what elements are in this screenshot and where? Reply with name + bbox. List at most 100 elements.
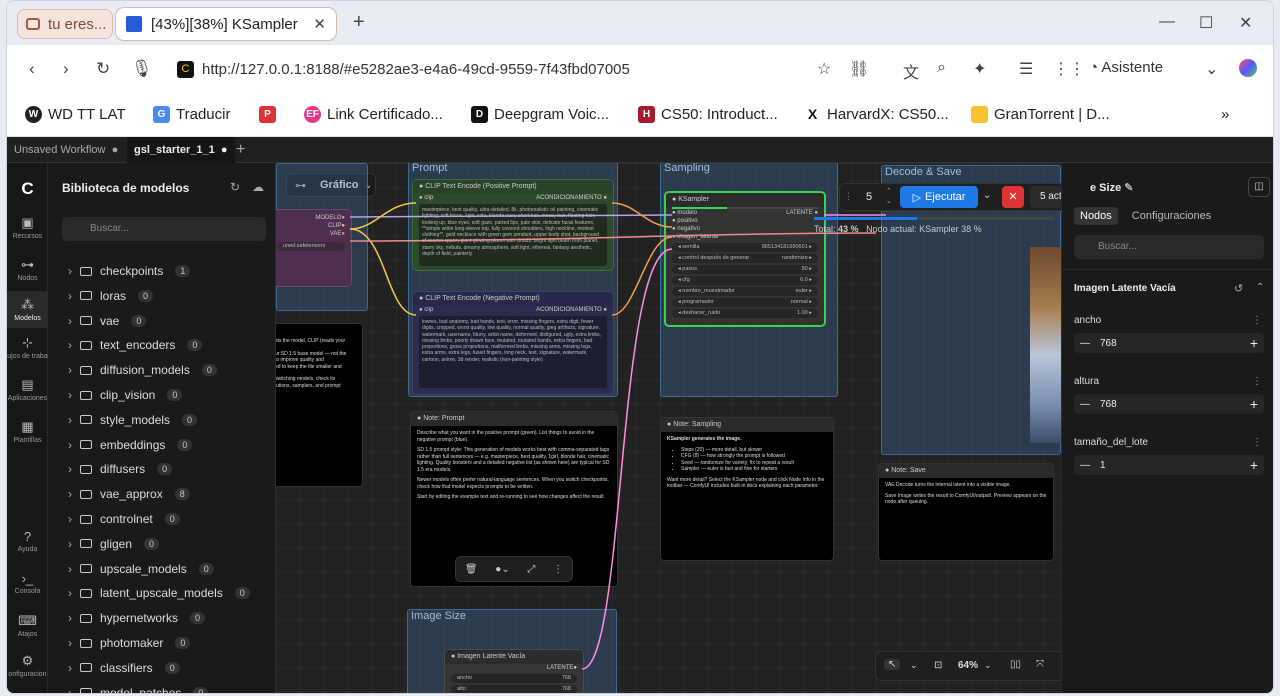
graph-canvas[interactable]: ⊶ Gráfico ⌄ Prompt Sampling Decode & Sav…	[276, 163, 1061, 693]
chevron-down-icon[interactable]: ⌄	[910, 660, 918, 671]
toggle-panel-icon[interactable]: ◫	[1248, 177, 1270, 197]
note-sampling[interactable]: ● Note: Sampling KSampler generates the …	[660, 417, 834, 561]
minus-icon[interactable]: —	[1080, 460, 1090, 471]
lens-icon[interactable]: ⌕	[937, 59, 946, 77]
rail-item-recursos[interactable]: ▣ Recursos	[7, 215, 48, 240]
more-options-icon[interactable]: ⋮	[1252, 315, 1262, 326]
tab-inactive[interactable]: tu eres...	[17, 9, 113, 39]
ksampler-widget[interactable]: ◂ nombre_muestreador euler ▸	[672, 287, 818, 296]
folder-item[interactable]: › diffusers 0	[68, 457, 173, 481]
properties-search-input[interactable]: Buscar...	[1074, 235, 1264, 259]
bookmark-item[interactable]: P	[259, 106, 282, 123]
refresh-icon[interactable]: ↻	[230, 180, 240, 194]
folder-item[interactable]: › loras 0	[68, 284, 154, 308]
plus-icon[interactable]: +	[1250, 335, 1258, 351]
widget-alto[interactable]: alto 768	[451, 685, 577, 693]
maximize-icon[interactable]: ☐	[1199, 13, 1213, 33]
link-visibility-icon[interactable]: ⤧	[1036, 659, 1044, 670]
rail-item-aplicaciones[interactable]: ▤ Aplicaciones	[7, 377, 48, 402]
field-stepper[interactable]: — 1 +	[1074, 455, 1264, 475]
new-tab-icon[interactable]: +	[353, 11, 365, 34]
bookmark-item[interactable]: GranTorrent | D...	[971, 106, 1110, 123]
upload-cloud-icon[interactable]: ☁	[252, 180, 264, 194]
chevron-down-icon[interactable]: ⌄	[1205, 59, 1218, 79]
audio-wave-icon[interactable]: ⋮⋮	[1053, 59, 1085, 79]
minimap-icon[interactable]: ▯▯	[1010, 659, 1021, 670]
output-clip[interactable]: CLIP ●	[276, 222, 351, 230]
input-imagen-latente[interactable]: ● imagen_latente	[666, 233, 824, 241]
rail-item-nodos[interactable]: ⊶ Nodos	[7, 257, 48, 282]
input-clip[interactable]: ● clip	[419, 307, 433, 313]
plus-icon[interactable]: +	[1250, 457, 1258, 473]
folder-item[interactable]: › embeddings 0	[68, 433, 193, 457]
folder-item[interactable]: › clip_vision 0	[68, 383, 183, 407]
cancel-run-button[interactable]: ✕	[1002, 186, 1024, 208]
more-options-icon[interactable]: ⋮	[553, 564, 563, 575]
folder-item[interactable]: › photomaker 0	[68, 631, 191, 655]
rail-item-consola[interactable]: ›_ Consola	[7, 571, 48, 595]
widget-ancho[interactable]: ancho 768	[451, 674, 577, 683]
output-latente[interactable]: LATENTE ●	[786, 210, 818, 216]
rail-item-atajos[interactable]: ⌨ Atajos	[7, 613, 48, 638]
negative-prompt-textarea[interactable]: lowres, bad anatomy, bad hands, text, er…	[419, 316, 607, 388]
translate-icon[interactable]: 文	[903, 59, 919, 83]
folder-item[interactable]: › controlnet 0	[68, 507, 180, 531]
forward-icon[interactable]: ›	[63, 59, 69, 79]
bookmark-item[interactable]: X HarvardX: CS50...	[804, 106, 949, 123]
menu-lines-icon[interactable]: ☰	[1019, 59, 1033, 79]
workflow-tab-active[interactable]: gsl_starter_1_1 ●	[127, 137, 235, 163]
back-icon[interactable]: ‹	[29, 59, 35, 79]
folder-item[interactable]: › checkpoints 1	[68, 259, 191, 283]
ksampler-widget[interactable]: ◂ pasos 50 ▸	[672, 265, 818, 274]
color-picker-icon[interactable]: ●⌄	[495, 564, 509, 575]
output-latente[interactable]: LATENTE ●	[445, 664, 583, 672]
pointer-icon[interactable]: ↖	[884, 659, 901, 670]
share-link-icon[interactable]: ⛓	[849, 59, 869, 79]
chevron-up-icon[interactable]: ⌃	[1256, 282, 1264, 293]
input-positivo[interactable]: ● positivo	[666, 217, 824, 225]
rail-item-workflows[interactable]: ⊹ ujos de traba	[7, 335, 48, 360]
ksampler-node[interactable]: ● KSampler ● modelo LATENTE ● ● positivo …	[664, 191, 826, 327]
folder-item[interactable]: › diffusion_models 0	[68, 358, 217, 382]
output-conditioning[interactable]: ACONDICIONAMIENTO ●	[536, 307, 607, 313]
folder-item[interactable]: › latent_upscale_models 0	[68, 581, 250, 605]
add-workflow-icon[interactable]: +	[229, 137, 252, 163]
note-save[interactable]: ● Note: Save VAE Decode turns the intern…	[878, 463, 1054, 561]
stepper-icon[interactable]: ⌃ ⌄	[886, 187, 892, 207]
note-prompt[interactable]: ● Note: Prompt Describe what you want in…	[410, 411, 618, 587]
output-modelo[interactable]: MODELO ●	[276, 214, 351, 222]
rail-item-configuracion[interactable]: ⚙ onfiguracion	[7, 653, 48, 678]
minus-icon[interactable]: —	[1080, 338, 1090, 349]
ckpt-widget[interactable]: uned.safetensors	[277, 242, 345, 251]
folder-item[interactable]: › upscale_models 0	[68, 557, 214, 581]
folder-item[interactable]: › classifiers 0	[68, 656, 180, 680]
reset-icon[interactable]: ↺	[1234, 282, 1243, 295]
tab-active[interactable]: [43%][38%] KSampler ✕	[115, 7, 337, 41]
clip-positive-node[interactable]: ● CLIP Text Encode (Positive Prompt) ● c…	[412, 179, 614, 271]
tab-configuraciones[interactable]: Configuraciones	[1126, 207, 1218, 225]
microphone-icon[interactable]: 🎙	[131, 59, 153, 79]
folder-item[interactable]: › vae_approx 8	[68, 482, 190, 506]
trash-icon[interactable]: 🗑	[465, 564, 478, 575]
checkpoint-loader-node[interactable]: MODELO ● CLIP ● VAE ● uned.safetensors	[276, 209, 352, 287]
ksampler-widget[interactable]: ◂ semilla 865134181690601 ▸	[672, 243, 818, 252]
input-negativo[interactable]: ● negativo	[666, 225, 824, 233]
input-clip[interactable]: ● clip	[419, 195, 433, 201]
folder-item[interactable]: › model_patches 0	[68, 681, 209, 693]
workflow-tab[interactable]: Unsaved Workflow ●	[7, 137, 125, 163]
note-model-partial[interactable]: sts the model, CLIP (reads your ur SD 1.5…	[276, 323, 363, 487]
folder-item[interactable]: › gligen 0	[68, 532, 160, 556]
folder-item[interactable]: › style_models 0	[68, 408, 198, 432]
ksampler-widget[interactable]: ◂ programador normal ▸	[672, 298, 818, 307]
output-vae[interactable]: VAE ●	[276, 230, 351, 238]
clip-negative-node[interactable]: ● CLIP Text Encode (Negative Prompt) ● c…	[412, 291, 614, 395]
drag-handle-icon[interactable]: ⋮	[844, 191, 853, 202]
fit-view-icon[interactable]: ⊡	[934, 660, 942, 671]
rail-item-plantillas[interactable]: ▦ Plantillas	[7, 419, 48, 444]
run-button[interactable]: ▷ Ejecutar	[900, 186, 978, 208]
bookmark-item[interactable]: EF Link Certificado...	[304, 106, 443, 123]
tab-close-icon[interactable]: ✕	[313, 15, 326, 33]
input-modelo[interactable]: ● modelo	[672, 210, 697, 216]
ksampler-widget[interactable]: ◂ cfg 6.0 ▸	[672, 276, 818, 285]
field-stepper[interactable]: — 768 +	[1074, 333, 1264, 353]
